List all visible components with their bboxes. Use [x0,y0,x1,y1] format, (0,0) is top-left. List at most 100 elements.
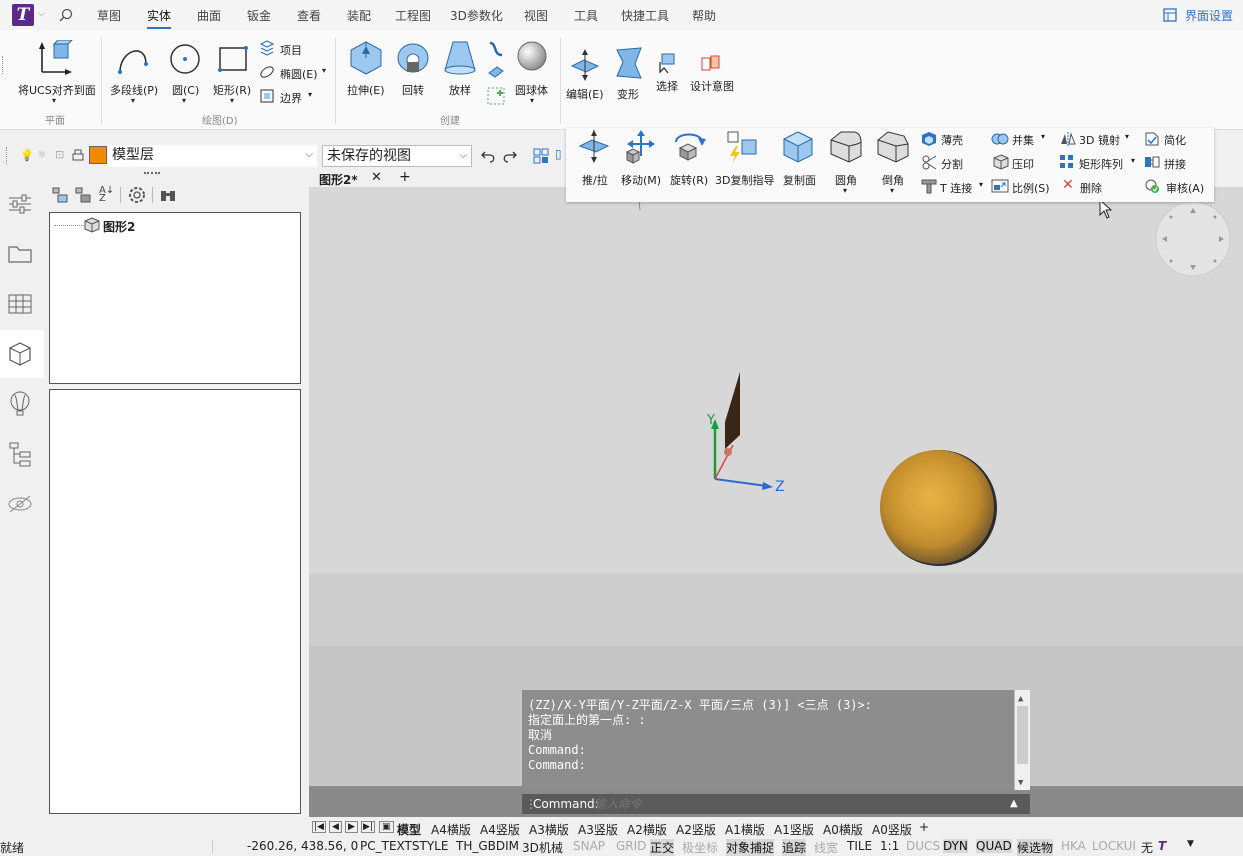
chevron-down-icon[interactable]: ▾ [52,96,56,105]
redo-icon[interactable] [502,148,518,164]
copy-face-button[interactable]: 复制面 [783,172,816,188]
move-icon[interactable] [623,130,657,164]
layout-tab[interactable]: A0横版 [823,821,863,838]
scale-icon[interactable] [991,178,1009,194]
deform-button[interactable]: 变形 [617,86,639,102]
shell-icon[interactable] [921,131,937,147]
layout-menu-icon[interactable]: ▣ [379,821,394,833]
tab-sheetmetal[interactable]: 钣金 [247,7,271,24]
scroll-down-icon[interactable]: ▼ [1018,776,1023,791]
add-shape-icon[interactable] [487,87,505,105]
next-page-icon[interactable]: ▶ [345,821,358,833]
status-ducs[interactable]: DUCS [906,839,940,853]
extrude-icon[interactable] [349,40,383,76]
panel-grip[interactable] [144,172,160,175]
simplify-button[interactable]: 简化 [1164,132,1186,148]
design-intent-button[interactable]: 设计意图 [690,78,734,94]
view-select[interactable]: 未保存的视图 ⌵ [322,145,472,167]
tree-root-label[interactable]: 图形2 [103,218,135,235]
layout-tab-model[interactable]: 模型 [397,821,421,838]
sweep-icon[interactable] [487,40,505,58]
tab-3d-param[interactable]: 3D参数化 [450,7,503,24]
select-button[interactable]: 选择 [656,78,678,94]
tab-sketch[interactable]: 草图 [97,7,121,24]
delete-icon[interactable]: ✕ [1062,177,1074,193]
deform-icon[interactable] [613,46,645,80]
design-intent-icon[interactable] [700,54,722,74]
t-joint-button[interactable]: T 连接 [940,180,972,196]
push-pull-button[interactable]: 推/拉 [582,172,608,188]
circle-icon[interactable] [168,42,202,76]
scale-button[interactable]: 比例(S) [1012,180,1050,196]
status-none[interactable]: 无 [1141,839,1153,856]
first-page-icon[interactable]: |◀ [312,821,326,833]
tree-expand-icon[interactable] [52,187,68,203]
chevron-down-icon[interactable]: ▾ [322,66,326,75]
audit-button[interactable]: 审核(A) [1166,180,1204,196]
layer-color-swatch[interactable] [89,146,107,164]
feature-tree[interactable]: 图形2 [49,212,301,384]
border-icon[interactable] [259,88,275,104]
status-tracking[interactable]: 追踪 [782,839,807,856]
move-button[interactable]: 移动(M) [621,172,661,188]
polyline-icon[interactable] [116,42,150,76]
copy-face-icon[interactable] [782,130,814,164]
audit-icon[interactable] [1144,178,1160,194]
chevron-down-icon[interactable]: ▾ [1131,156,1135,165]
view-grid-icon[interactable] [533,148,549,164]
shell-button[interactable]: 薄壳 [941,132,963,148]
split-button[interactable]: 分割 [941,156,963,172]
tab-document[interactable]: 图形2* [319,171,358,188]
tab-assembly[interactable]: 装配 [347,7,371,24]
rectangle-icon[interactable] [216,42,250,76]
t-joint-icon[interactable] [921,178,937,194]
printer-icon[interactable] [71,149,85,163]
solid-model-icon[interactable] [6,340,34,368]
ui-settings-link[interactable]: 界面设置 [1185,7,1233,24]
chevron-down-icon[interactable]: ⌵ [38,9,45,19]
gear-icon[interactable] [128,186,146,204]
chevron-down-icon[interactable]: ▾ [890,186,894,195]
tab-view[interactable]: 视图 [524,7,548,24]
add-tab-icon[interactable]: + [399,169,411,185]
sort-az-icon[interactable]: A↓ Z [99,186,114,204]
union-icon[interactable] [991,131,1009,147]
mirror-3d-icon[interactable] [1059,131,1077,147]
select-icon[interactable] [656,52,678,74]
status-hka[interactable]: HKA [1061,839,1086,853]
layout-tab[interactable]: A3竖版 [578,821,618,838]
chevron-down-icon[interactable]: ▾ [230,96,234,105]
brand-icon[interactable]: T [1158,839,1166,853]
folder-icon[interactable] [6,240,34,268]
layout-tab[interactable]: A4横版 [431,821,471,838]
prev-page-icon[interactable]: ◀ [329,821,342,833]
layout-tab[interactable]: A2横版 [627,821,667,838]
imprint-icon[interactable] [993,154,1009,170]
revolve-button[interactable]: 回转 [402,82,424,98]
union-button[interactable]: 并集 [1012,132,1034,148]
chevron-down-icon[interactable]: ▾ [1125,132,1129,141]
delete-button[interactable]: 删除 [1080,180,1102,196]
tab-surface[interactable]: 曲面 [197,7,221,24]
chevron-down-icon[interactable]: ▾ [1041,132,1045,141]
chevron-down-icon[interactable]: ▾ [131,96,135,105]
status-workspace[interactable]: 3D机械 [522,839,563,856]
ribbon-grip[interactable] [2,56,5,74]
bulb-icon[interactable]: 💡 [20,149,34,162]
search-icon[interactable] [59,8,73,22]
sphere-icon[interactable] [516,40,548,72]
layout-tab[interactable]: A1竖版 [774,821,814,838]
status-lineweight[interactable]: 线宽 [814,839,838,856]
sphere-solid[interactable] [880,450,994,564]
scroll-thumb[interactable] [1017,706,1028,764]
toolbar-grip[interactable] [6,147,9,165]
rotate-button[interactable]: 旋转(R) [670,172,708,188]
lock-icon[interactable]: ⊡ [55,148,64,161]
status-candidates[interactable]: 候选物 [1017,839,1054,856]
ucs-align-icon[interactable] [36,40,74,76]
layer-select[interactable]: 模型层 ⌵ [108,145,317,167]
settings-sliders-icon[interactable] [6,190,34,218]
layout-tab[interactable]: A4竖版 [480,821,520,838]
revolve-icon[interactable] [395,40,431,76]
push-pull-icon[interactable] [578,130,610,164]
